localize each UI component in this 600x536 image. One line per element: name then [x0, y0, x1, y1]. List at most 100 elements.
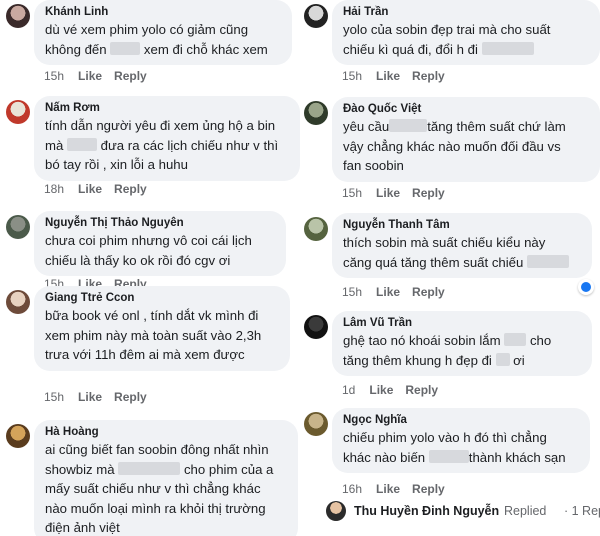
- comment-bubble: Đào Quốc Việt yêu cầu tăng thêm suất chứ l…: [332, 97, 600, 182]
- reply-count[interactable]: · 1 Reply: [564, 504, 600, 518]
- reply-author-name[interactable]: Thu Huyền Đinh Nguyễn: [354, 504, 499, 518]
- comment-text-segment: ơi: [509, 352, 525, 368]
- comment-text-segment: nào muốn loại mình ra khỏi thị trường: [45, 500, 266, 516]
- like-button[interactable]: Like: [376, 186, 400, 200]
- comment-timestamp[interactable]: 15h: [342, 285, 362, 299]
- comment-text-line: chưa coi phim nhưng vô coi cái lịch: [45, 231, 276, 251]
- reply-button[interactable]: Reply: [405, 383, 438, 397]
- comment-author[interactable]: Hà Hoàng: [45, 424, 288, 440]
- redacted-text: [504, 333, 527, 346]
- like-button[interactable]: Like: [376, 482, 400, 496]
- reply-button[interactable]: Reply: [412, 482, 445, 496]
- comment-text-segment: trưa với 11h đêm ai mà xem được: [45, 347, 245, 362]
- comment-timestamp[interactable]: 15h: [44, 390, 64, 404]
- comment-text-line: khác nào biến thành khách sạn: [343, 448, 580, 468]
- comment-text-segment: tăng thêm suất chứ làm: [427, 119, 566, 134]
- comment-text-line: tăng thêm khung h đẹp đi ơi: [343, 351, 582, 371]
- comment-text-line: thích sobin mà suất chiếu kiểu này: [343, 233, 582, 253]
- comment-text-segment: yolo của sobin đẹp trai mà cho suất: [343, 22, 551, 37]
- like-button[interactable]: Like: [376, 285, 400, 299]
- comment-text-segment: xem đi chỗ khác xem: [140, 41, 268, 57]
- reply-summary[interactable]: Thu Huyền Đinh Nguyễn Replied · 1 Reply: [326, 500, 600, 522]
- commenter-avatar[interactable]: [6, 215, 30, 239]
- comment-timestamp[interactable]: 15h: [342, 69, 362, 83]
- comment-actions: 15h Like Reply: [342, 69, 457, 83]
- comment-text: thích sobin mà suất chiếu kiểu này căng q…: [343, 233, 582, 272]
- reply-button[interactable]: Reply: [114, 390, 147, 404]
- comment-timestamp[interactable]: 15h: [342, 186, 362, 200]
- commenter-avatar[interactable]: [304, 217, 328, 241]
- reply-button[interactable]: Reply: [412, 186, 445, 200]
- comment-actions: 15h Like Reply: [44, 390, 159, 404]
- commenter-avatar[interactable]: [304, 412, 328, 436]
- comment-text-line: fan soobin: [343, 156, 590, 176]
- comment-author[interactable]: Lâm Vũ Trần: [343, 315, 582, 331]
- replied-label: Replied: [504, 504, 547, 518]
- like-button[interactable]: Like: [369, 383, 393, 397]
- comment-bubble: Nguyễn Thị Thảo Nguyên chưa coi phim nhưn…: [34, 211, 286, 276]
- reply-avatar[interactable]: [326, 501, 346, 521]
- comment-bubble: Nấm Rơm tính dẫn người yêu đi xem ủng hộ …: [34, 96, 300, 181]
- comment-text-segment: mấy suất chiếu như v thì chẳng khác: [45, 481, 261, 496]
- commenter-avatar[interactable]: [6, 4, 30, 28]
- comment-text-segment: tăng thêm khung h đẹp đi: [343, 352, 496, 368]
- reply-button[interactable]: Reply: [114, 182, 147, 196]
- comment-text-line: mấy suất chiếu như v thì chẳng khác: [45, 479, 288, 499]
- comment-author[interactable]: Đào Quốc Việt: [343, 101, 590, 117]
- like-button[interactable]: Like: [78, 69, 102, 83]
- comment-text-line: ai cũng biết fan soobin đông nhất nhìn: [45, 440, 288, 460]
- comment-text-segment: chưa coi phim nhưng vô coi cái lịch: [45, 233, 252, 248]
- comment-author[interactable]: Giang Ttrẻ Ccon: [45, 290, 280, 306]
- like-button[interactable]: Like: [78, 182, 102, 196]
- commenter-avatar[interactable]: [6, 290, 30, 314]
- comment-author[interactable]: Nguyễn Thị Thảo Nguyên: [45, 215, 276, 231]
- comment-actions: 18h Like Reply: [44, 182, 159, 196]
- commenter-avatar[interactable]: [304, 315, 328, 339]
- comment-text: bữa book vé onl , tính dắt vk mình đi xem…: [45, 306, 280, 365]
- comment-text-segment: chiếu kì quá đi, đổi h đi: [343, 41, 482, 57]
- comment-text-segment: khác nào biến: [343, 449, 429, 465]
- commenter-avatar[interactable]: [6, 424, 30, 448]
- comment-text-line: ghệ tao nó khoái sobin lắm cho: [343, 331, 582, 351]
- comment-timestamp[interactable]: 16h: [342, 482, 362, 496]
- like-button[interactable]: Like: [376, 69, 400, 83]
- redacted-text: [66, 137, 97, 151]
- comment-timestamp[interactable]: 18h: [44, 182, 64, 196]
- comment-text-segment: thành khách sạn: [468, 449, 566, 465]
- comment-text-line: xem phim này mà toàn suất vào 2,3h: [45, 326, 280, 346]
- comment-text-line: trưa với 11h đêm ai mà xem được: [45, 345, 280, 365]
- like-button[interactable]: Like: [78, 390, 102, 404]
- comment-text-line: nào muốn loại mình ra khỏi thị trường: [45, 499, 288, 519]
- commenter-avatar[interactable]: [304, 4, 328, 28]
- comment-text-segment: mà: [45, 137, 67, 153]
- like-reaction-icon[interactable]: [578, 279, 594, 295]
- comment-author[interactable]: Hải Trần: [343, 4, 590, 20]
- reply-button[interactable]: Reply: [114, 69, 147, 83]
- reply-button[interactable]: Reply: [412, 69, 445, 83]
- redacted-text: [481, 41, 534, 55]
- commenter-avatar[interactable]: [6, 100, 30, 124]
- comment-bubble: Khánh Linh dù vé xem phim yolo có giảm cũ…: [34, 0, 292, 65]
- commenter-avatar[interactable]: [304, 101, 328, 125]
- comment-text: tính dẫn người yêu đi xem ủng hộ a bin mà…: [45, 116, 290, 175]
- comment-author[interactable]: Khánh Linh: [45, 4, 282, 20]
- comment-text-line: chiếu là thấy ko ok rồi đó cgv ơi: [45, 251, 276, 271]
- comment-bubble: Giang Ttrẻ Ccon bữa book vé onl , tính dắ…: [34, 286, 290, 371]
- comment-author[interactable]: Nguyễn Thanh Tâm: [343, 217, 582, 233]
- comment-author[interactable]: Ngọc Nghĩa: [343, 412, 580, 428]
- redacted-text: [495, 352, 510, 366]
- comment-text-segment: đưa ra các lịch chiếu như v thì: [96, 137, 279, 153]
- comment-author[interactable]: Nấm Rơm: [45, 100, 290, 116]
- comment-text-line: chiếu kì quá đi, đổi h đi: [343, 40, 590, 60]
- comment-text-segment: ghệ tao nó khoái sobin lắm: [343, 333, 505, 348]
- comment-text-segment: ai cũng biết fan soobin đông nhất nhìn: [45, 442, 269, 457]
- comment-actions: 15h Like Reply: [44, 69, 159, 83]
- comment-text-segment: yêu cầu: [343, 119, 390, 134]
- comment-text: chiếu phim yolo vào h đó thì chẳng khác n…: [343, 428, 580, 467]
- comment-timestamp[interactable]: 15h: [44, 69, 64, 83]
- redacted-text: [527, 254, 570, 268]
- comment-text-segment: cho: [526, 333, 552, 348]
- comment-text-line: yolo của sobin đẹp trai mà cho suất: [343, 20, 590, 40]
- comment-timestamp[interactable]: 1d: [342, 383, 355, 397]
- reply-button[interactable]: Reply: [412, 285, 445, 299]
